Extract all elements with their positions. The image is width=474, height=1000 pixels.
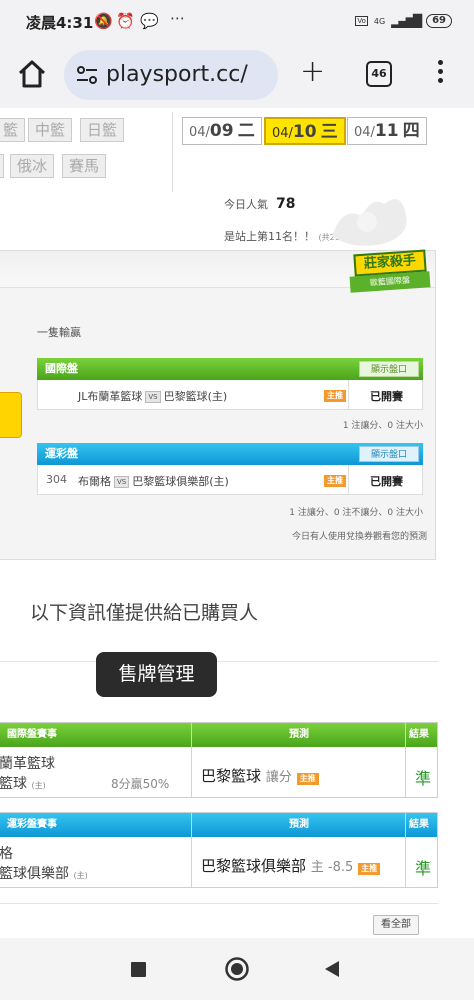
bet-count-note: 1 注讓分、0 注不讓分、0 注大小 xyxy=(289,508,423,518)
sport-tab[interactable]: 俄冰 xyxy=(10,154,55,178)
result-correct: 準 xyxy=(415,769,432,788)
score-text: 8分贏50% xyxy=(111,777,170,791)
match-status: 已開賽 xyxy=(370,475,403,488)
home-nav-icon[interactable] xyxy=(224,956,250,982)
buyers-only-notice: 以下資訊僅提供給已購買人 xyxy=(30,602,259,624)
market-row[interactable]: 304 布爾格 VS 巴黎籃球俱樂部(主) 主推 已開賽 xyxy=(37,465,423,495)
network-type: 4G xyxy=(373,16,386,26)
market-header-sports-lottery: 運彩盤 顯示盤口 xyxy=(37,443,423,465)
match-text: JL布蘭革籃球 VS 巴黎籃球(主) xyxy=(78,390,228,403)
main-pick-badge: 主推 xyxy=(324,475,346,487)
prediction-text: 巴黎籃球 讓分 主推 xyxy=(201,765,319,786)
divider xyxy=(0,903,438,904)
date-button[interactable]: 04/09 二 xyxy=(182,117,262,145)
market-row[interactable]: JL布蘭革籃球 VS 巴黎籃球(主) 主推 已開賽 xyxy=(37,380,423,410)
site-settings-icon[interactable] xyxy=(76,66,98,84)
date-button[interactable]: 04/11 四 xyxy=(347,117,427,145)
volte-icon: Vo xyxy=(355,16,368,26)
new-tab-icon[interactable]: + xyxy=(300,54,325,90)
mute-icon: 🔕 xyxy=(94,12,113,30)
show-odds-button[interactable]: 顯示盤口 xyxy=(359,361,419,377)
toast-message: 售牌管理 xyxy=(96,652,217,697)
home-icon[interactable] xyxy=(16,58,48,90)
match-status: 已開賽 xyxy=(370,390,403,403)
alarm-icon: ⏰ xyxy=(116,12,135,30)
sport-tab[interactable]: 日籃 xyxy=(80,118,125,142)
status-bar: 凌晨4:31 🔕 ⏰ 💬 ⋯ Vo 4G ▂▄▆█ 69 xyxy=(0,0,474,44)
result-table-international: 國際盤賽事 預測 結果 蘭革籃球 籃球 (主) 8分贏50% 巴黎籃球 讓分 主… xyxy=(0,722,438,798)
prediction-text: 巴黎籃球俱樂部 主 -8.5 主推 xyxy=(201,855,381,876)
mascot-watermark-icon xyxy=(332,199,407,246)
popularity-line: 今日人氣 78 xyxy=(224,196,296,212)
bet-count-note: 1 注讓分、0 注大小 xyxy=(342,421,423,431)
tab-count-button[interactable]: 46 xyxy=(366,61,392,87)
recents-icon[interactable] xyxy=(131,962,146,977)
result-table-sports-lottery: 運彩盤賽事 預測 結果 格 籃球俱樂部 (主) 巴黎籃球俱樂部 主 -8.5 主… xyxy=(0,812,438,888)
match-text: 布爾格 VS 巴黎籃球俱樂部(主) xyxy=(78,475,229,488)
team-name: 蘭革籃球 xyxy=(0,756,55,772)
show-odds-button[interactable]: 顯示盤口 xyxy=(359,446,419,462)
exchange-note: 今日有人使用兌換券觀看您的預測 xyxy=(291,532,427,542)
back-icon[interactable] xyxy=(324,960,340,978)
popularity-value: 78 xyxy=(276,196,296,212)
more-notifications-icon: ⋯ xyxy=(170,9,185,27)
battery-icon: 69 xyxy=(426,14,452,28)
main-pick-badge: 主推 xyxy=(324,390,346,402)
browser-toolbar: playsport.cc/ + 46 xyxy=(0,44,474,108)
market-header-international: 國際盤 顯示盤口 xyxy=(37,358,423,380)
address-bar[interactable]: playsport.cc/ xyxy=(64,50,278,100)
game-number: 304 xyxy=(46,473,67,486)
clock: 凌晨4:31 xyxy=(26,14,94,32)
team-name: 籃球 (主) xyxy=(0,776,46,792)
team-name: 籃球俱樂部 (主) xyxy=(0,866,88,882)
result-correct: 準 xyxy=(415,859,432,878)
side-tab-button[interactable] xyxy=(0,392,22,438)
team-name: 格 xyxy=(0,846,13,862)
system-nav-bar xyxy=(0,938,474,1000)
menu-icon[interactable] xyxy=(436,60,444,88)
sport-tab[interactable]: 籃 xyxy=(0,118,26,142)
vs-icon: VS xyxy=(145,391,161,403)
badge-bookmaker-killer: 莊家殺手 歐籃國際盤 xyxy=(348,244,432,296)
chat-icon: 💬 xyxy=(140,12,159,30)
signal-icon: ▂▄▆█ xyxy=(391,14,422,28)
section-title: 一隻輸贏 xyxy=(37,326,81,339)
divider xyxy=(172,112,173,192)
sport-tab[interactable]: 賽馬 xyxy=(62,154,107,178)
sport-tab-partial[interactable] xyxy=(0,154,4,178)
see-all-button[interactable]: 看全部 xyxy=(373,915,419,935)
divider xyxy=(0,661,438,662)
vs-icon: VS xyxy=(114,476,130,488)
sport-tab[interactable]: 中籃 xyxy=(28,118,73,142)
url-text: playsport.cc/ xyxy=(106,62,248,87)
date-button-active[interactable]: 04/10 三 xyxy=(264,117,346,145)
